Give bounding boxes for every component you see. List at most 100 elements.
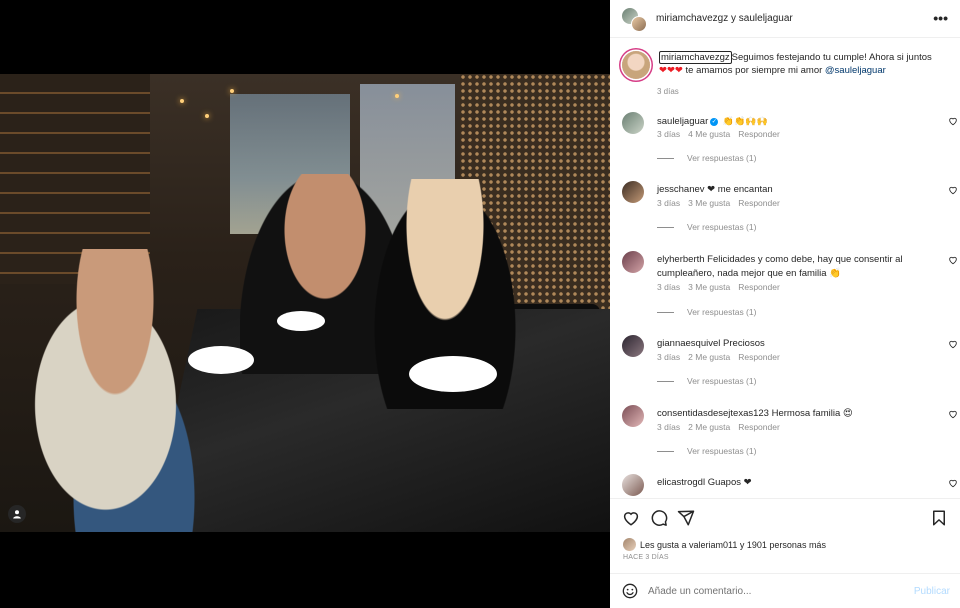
caption-username[interactable]: miriamchavezgz — [659, 51, 732, 64]
view-replies-button[interactable]: Ver respuestas (1) — [657, 376, 756, 386]
avatar[interactable] — [622, 181, 644, 203]
like-comment-heart-icon[interactable] — [948, 339, 958, 349]
comment-username[interactable]: sauleljaguar — [657, 116, 708, 127]
view-replies-button[interactable]: Ver respuestas (1) — [657, 222, 756, 232]
photo-lamp — [205, 114, 209, 118]
reply-button[interactable]: Responder — [738, 129, 780, 139]
replies-divider — [657, 226, 674, 228]
comment-time[interactable]: 3 días — [657, 129, 680, 139]
view-replies-button[interactable]: Ver respuestas (1) — [657, 307, 756, 317]
comment-time[interactable]: 3 días — [657, 282, 680, 292]
photo-lamp — [230, 89, 234, 93]
comment-meta: 3 días 3 Me gusta Responder — [657, 198, 780, 208]
comment-username[interactable]: elyherberth — [657, 254, 705, 265]
post-caption: miriamchavezgz Seguimos festejando tu cum… — [610, 39, 960, 79]
comment-bubble-icon[interactable] — [650, 509, 668, 527]
post-actions: Les gusta a valeriam011 y 1901 personas … — [610, 498, 960, 573]
likes-text: Les gusta a valeriam011 y 1901 personas … — [640, 539, 826, 550]
like-comment-heart-icon[interactable] — [948, 409, 958, 419]
comment-likes[interactable]: 3 Me gusta — [688, 282, 730, 292]
comment-meta: 3 días 2 Me gusta Responder — [657, 422, 780, 432]
avatar[interactable] — [622, 405, 644, 427]
likes-summary[interactable]: Les gusta a valeriam011 y 1901 personas … — [623, 538, 826, 551]
comment-username[interactable]: consentidasdesejtexas123 — [657, 408, 769, 419]
like-comment-heart-icon[interactable] — [948, 478, 958, 488]
comment-text: 👏👏🙌🙌 — [722, 116, 768, 126]
comment-meta: 3 días 2 Me gusta Responder — [657, 352, 780, 362]
caption-text: miriamchavezgz Seguimos festejando tu cum… — [659, 51, 948, 79]
action-icons — [622, 509, 948, 529]
publish-button[interactable]: Publicar — [914, 586, 950, 597]
comment-meta: 3 días 4 Me gusta Responder — [657, 129, 780, 139]
post-authors[interactable]: miriamchavezgz y sauleljaguar — [656, 13, 793, 24]
view-replies-label: Ver respuestas (1) — [687, 307, 757, 317]
reply-button[interactable]: Responder — [738, 352, 780, 362]
like-comment-heart-icon[interactable] — [948, 116, 958, 126]
like-heart-icon[interactable] — [622, 509, 640, 527]
avatar[interactable] — [631, 15, 647, 32]
comments-list[interactable]: miriamchavezgz Seguimos festejando tu cum… — [610, 39, 960, 498]
caption-body-2: te amamos por siempre mi amor — [682, 65, 825, 76]
avatar[interactable] — [622, 474, 644, 496]
comment-likes[interactable]: 3 Me gusta — [688, 198, 730, 208]
caption-hearts: ❤❤❤ — [659, 65, 683, 76]
caption-time[interactable]: 3 días — [657, 87, 960, 96]
caption-body: Seguimos festejando tu cumple! Ahora si … — [731, 52, 932, 63]
comment-composer: Publicar — [610, 573, 960, 608]
comment-text: Hermosa familia 😍 — [771, 408, 853, 419]
like-comment-heart-icon[interactable] — [948, 255, 958, 265]
view-replies-label: Ver respuestas (1) — [687, 446, 757, 456]
comment-body: elicastrogdl Guapos ❤ — [657, 476, 912, 490]
photo-plate — [277, 311, 325, 331]
comment-body: elyherberth Felicidades y como debe, hay… — [657, 253, 912, 281]
collab-avatars[interactable] — [622, 6, 648, 32]
comment-time[interactable]: 3 días — [657, 198, 680, 208]
comment-body: jesschanev ❤ me encantan — [657, 183, 912, 197]
comment-likes[interactable]: 2 Me gusta — [688, 352, 730, 362]
comment-text: Preciosos — [723, 338, 765, 349]
save-bookmark-icon[interactable] — [930, 509, 948, 527]
comment-username[interactable]: elicastrogdl — [657, 477, 705, 488]
post-photo[interactable] — [0, 74, 610, 532]
avatar[interactable] — [622, 251, 644, 273]
caption-mention-link[interactable]: @sauleljaguar — [825, 65, 886, 76]
comment-username[interactable]: jesschanev — [657, 184, 705, 195]
emoji-smiley-icon[interactable] — [622, 583, 638, 599]
comment-username[interactable]: giannaesquivel — [657, 338, 720, 349]
photo-plate — [409, 356, 497, 392]
comment-time[interactable]: 3 días — [657, 422, 680, 432]
view-replies-button[interactable]: Ver respuestas (1) — [657, 153, 756, 163]
comment-text: Guapos ❤ — [707, 477, 752, 488]
post-side-panel: miriamchavezgz y sauleljaguar ••• miriam… — [610, 0, 960, 608]
verified-badge-icon: ✓ — [710, 118, 719, 126]
post-media — [0, 0, 610, 608]
reply-button[interactable]: Responder — [738, 422, 780, 432]
avatar[interactable] — [622, 51, 650, 79]
post-age: HACE 3 DÍAS — [623, 554, 669, 561]
reply-button[interactable]: Responder — [738, 198, 780, 208]
comment-likes[interactable]: 4 Me gusta — [688, 129, 730, 139]
post-header: miriamchavezgz y sauleljaguar ••• — [610, 0, 960, 38]
view-replies-label: Ver respuestas (1) — [687, 376, 757, 386]
comment-input[interactable] — [648, 585, 888, 597]
user-icon — [13, 510, 21, 519]
photo-lamp — [395, 94, 399, 98]
photo-person-boy — [20, 249, 210, 532]
replies-divider — [657, 380, 674, 382]
comment-body: giannaesquivel Preciosos — [657, 337, 912, 351]
comment-time[interactable]: 3 días — [657, 352, 680, 362]
view-replies-label: Ver respuestas (1) — [687, 222, 757, 232]
avatar[interactable] — [622, 335, 644, 357]
reply-button[interactable]: Responder — [738, 282, 780, 292]
comment-body: consentidasdesejtexas123 Hermosa familia… — [657, 407, 912, 421]
replies-divider — [657, 450, 674, 452]
view-replies-button[interactable]: Ver respuestas (1) — [657, 446, 756, 456]
like-comment-heart-icon[interactable] — [948, 185, 958, 195]
more-options-icon[interactable]: ••• — [933, 10, 948, 26]
comment-text: ❤ me encantan — [707, 184, 773, 195]
comment-meta: 3 días 3 Me gusta Responder — [657, 282, 780, 292]
tagged-users-button[interactable] — [8, 505, 26, 523]
comment-likes[interactable]: 2 Me gusta — [688, 422, 730, 432]
avatar[interactable] — [622, 112, 644, 134]
share-send-icon[interactable] — [677, 509, 695, 527]
